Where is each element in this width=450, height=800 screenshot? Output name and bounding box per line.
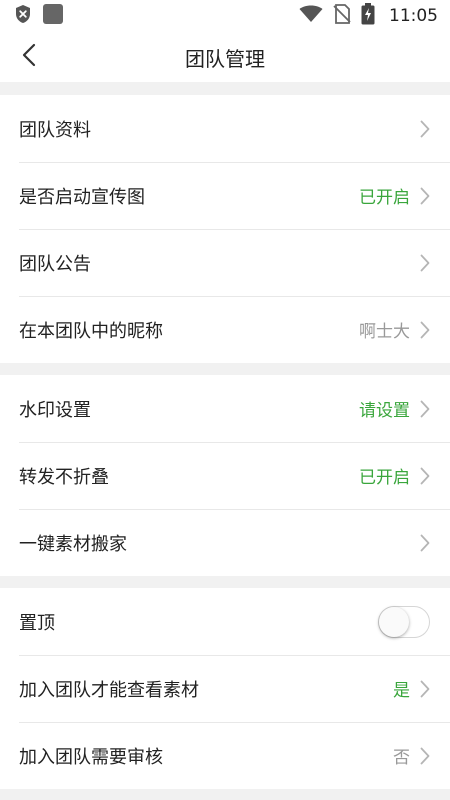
row-pin-to-top: 置顶 bbox=[0, 588, 450, 655]
notification-square-icon bbox=[42, 3, 64, 29]
back-button[interactable] bbox=[12, 40, 46, 74]
row-label: 转发不折叠 bbox=[19, 466, 109, 488]
chevron-right-icon bbox=[418, 119, 432, 139]
chevron-right-icon bbox=[418, 320, 432, 340]
row-label: 团队资料 bbox=[19, 119, 91, 141]
chevron-left-icon bbox=[22, 43, 36, 71]
status-right-icons: 11:05 bbox=[299, 3, 438, 29]
page-title: 团队管理 bbox=[185, 46, 265, 71]
pin-to-top-toggle[interactable] bbox=[378, 605, 430, 638]
row-team-profile[interactable]: 团队资料 bbox=[0, 95, 450, 162]
row-label: 一键素材搬家 bbox=[19, 533, 127, 555]
shield-x-icon bbox=[14, 4, 32, 28]
wifi-icon bbox=[299, 5, 323, 27]
settings-group-1: 团队资料 是否启动宣传图 已开启 团队公告 在本团队中的昵称 啊士大 bbox=[0, 95, 450, 363]
row-team-announcement[interactable]: 团队公告 bbox=[0, 229, 450, 296]
settings-group-2: 水印设置 请设置 转发不折叠 已开启 一键素材搬家 bbox=[0, 375, 450, 576]
status-value: 已开启 bbox=[359, 188, 410, 208]
chevron-right-icon bbox=[418, 679, 432, 699]
row-label: 是否启动宣传图 bbox=[19, 186, 145, 208]
row-label: 团队公告 bbox=[19, 253, 91, 275]
no-sim-icon bbox=[333, 4, 351, 28]
row-join-requires-review[interactable]: 加入团队需要审核 否 bbox=[0, 722, 450, 789]
status-left-icons bbox=[14, 3, 64, 29]
row-label: 在本团队中的昵称 bbox=[19, 320, 163, 342]
status-value: 请设置 bbox=[359, 401, 410, 421]
status-value: 已开启 bbox=[359, 468, 410, 488]
chevron-right-icon bbox=[418, 186, 432, 206]
row-promo-image[interactable]: 是否启动宣传图 已开启 bbox=[0, 162, 450, 229]
chevron-right-icon bbox=[418, 399, 432, 419]
row-material-migration[interactable]: 一键素材搬家 bbox=[0, 509, 450, 576]
row-label: 水印设置 bbox=[19, 399, 91, 421]
battery-charging-icon bbox=[361, 3, 375, 29]
nickname-value: 啊士大 bbox=[359, 322, 410, 342]
nav-bar: 团队管理 bbox=[0, 32, 450, 82]
row-label: 加入团队才能查看素材 bbox=[19, 679, 199, 701]
row-team-nickname[interactable]: 在本团队中的昵称 啊士大 bbox=[0, 296, 450, 363]
settings-group-3: 置顶 加入团队才能查看素材 是 加入团队需要审核 否 bbox=[0, 588, 450, 789]
chevron-right-icon bbox=[418, 746, 432, 766]
chevron-right-icon bbox=[418, 533, 432, 553]
row-label: 置顶 bbox=[19, 612, 55, 634]
chevron-right-icon bbox=[418, 253, 432, 273]
status-value: 是 bbox=[393, 681, 410, 701]
row-label: 加入团队需要审核 bbox=[19, 746, 163, 768]
row-join-to-view-material[interactable]: 加入团队才能查看素材 是 bbox=[0, 655, 450, 722]
status-bar: 11:05 bbox=[0, 0, 450, 32]
toggle-knob bbox=[379, 606, 409, 637]
status-time: 11:05 bbox=[389, 6, 438, 26]
row-watermark-settings[interactable]: 水印设置 请设置 bbox=[0, 375, 450, 442]
status-value: 否 bbox=[393, 748, 410, 768]
row-forward-no-fold[interactable]: 转发不折叠 已开启 bbox=[0, 442, 450, 509]
chevron-right-icon bbox=[418, 466, 432, 486]
